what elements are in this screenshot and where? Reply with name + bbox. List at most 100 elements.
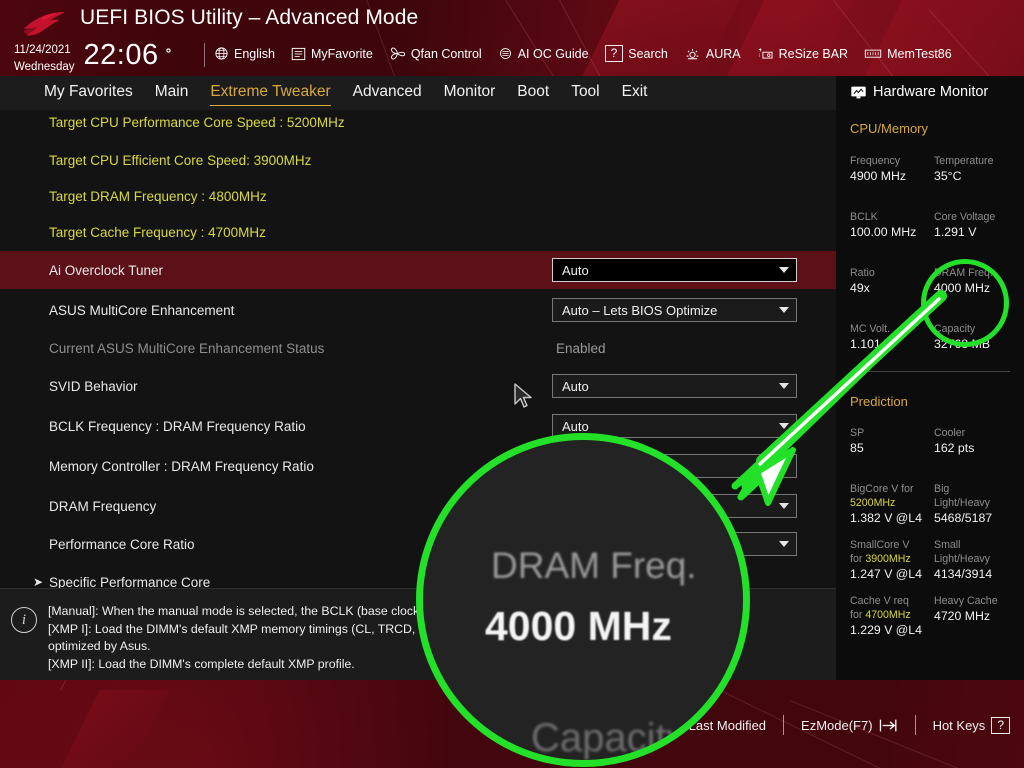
hw-cell-value: 4720 MHz [934, 609, 991, 623]
hw-cell-key-highlight: 5200MHz [850, 497, 896, 509]
magnifier-below-text: Capacity [531, 716, 687, 760]
setting-dropdown[interactable]: Auto – Lets BIOS Optimize [552, 298, 797, 322]
hw-cell: Cooler 162 pts [934, 426, 974, 456]
hw-cell-value: 162 pts [934, 441, 975, 455]
setting-row[interactable]: ASUS MultiCore Enhancement Auto – Lets BI… [0, 291, 836, 329]
hotkeys-button[interactable]: Hot Keys ? [933, 716, 1010, 734]
setting-row: Target DRAM Frequency : 4800MHz [0, 177, 836, 215]
chevron-down-icon [779, 541, 789, 547]
question-box-icon: ? [604, 45, 624, 62]
exit-arrow-icon [879, 719, 897, 731]
sidebar-section-title: Prediction [850, 394, 908, 409]
menu-tab-boot[interactable]: Boot [517, 83, 549, 103]
setting-dropdown-value: Auto [562, 378, 589, 394]
menu-tab-advanced[interactable]: Advanced [353, 83, 422, 103]
hw-cell: BCLK 100.00 MHz [850, 210, 916, 240]
hw-cell-value: 35°C [934, 169, 962, 183]
tool-search[interactable]: ? Search [604, 45, 668, 62]
setting-dropdown-value: Auto – Lets BIOS Optimize [562, 302, 718, 318]
setting-dropdown[interactable]: Auto [552, 258, 797, 282]
hw-cell-value: 5468/5187 [934, 511, 993, 525]
hw-cell: Temperature 35°C [934, 154, 993, 184]
hardware-monitor-title-label: Hardware Monitor [873, 84, 989, 100]
tool-ai-oc-guide[interactable]: AI OC Guide [498, 46, 589, 61]
sidebar-divider [850, 371, 1010, 372]
tool-qfan-control[interactable]: Qfan Control [389, 46, 482, 61]
hw-cell-key: Cooler [934, 427, 966, 439]
app-title: UEFI BIOS Utility – Advanced Mode [80, 6, 419, 29]
hw-cell-value: 1.229 V @L4 [850, 623, 922, 637]
menu-tab-my-favorites[interactable]: My Favorites [44, 83, 133, 103]
hw-cell-key: Temperature [934, 155, 994, 167]
hw-cell-value: 4134/3914 [934, 567, 993, 581]
hw-cell-key-highlight: for 3900MHz [850, 553, 911, 565]
chevron-down-icon [779, 503, 789, 509]
rog-logo-icon [23, 12, 65, 36]
setting-label: SVID Behavior [49, 378, 138, 394]
hw-cell-key: Light/Heavy [934, 553, 990, 565]
menu-tab-exit[interactable]: Exit [622, 83, 648, 103]
hw-cell: Heavy Cache 4720 MHz [934, 594, 998, 624]
setting-label: Target DRAM Frequency : 4800MHz [49, 188, 267, 204]
setting-label: Memory Controller : DRAM Frequency Ratio [49, 458, 314, 474]
tool-memtest86[interactable]: MemTest86 [864, 47, 952, 61]
info-icon: i [11, 607, 37, 633]
ezmode-label: EzMode(F7) [801, 717, 873, 733]
tool-myfavorite[interactable]: MyFavorite [291, 47, 373, 61]
menu-tab-monitor[interactable]: Monitor [444, 83, 496, 103]
setting-row: Target Cache Frequency : 4700MHz [0, 213, 836, 251]
tool-myfavorite-label: MyFavorite [311, 46, 373, 61]
memory-icon [864, 49, 882, 58]
menu-tab-extreme-tweaker[interactable]: Extreme Tweaker [210, 83, 331, 106]
ezmode-button[interactable]: EzMode(F7) [801, 718, 898, 733]
hw-cell-key: Core Voltage [934, 211, 996, 223]
sidebar-section-title: CPU/Memory [850, 121, 929, 136]
setting-dropdown[interactable]: Auto [552, 374, 797, 398]
hw-cell-key: Light/Heavy [934, 497, 990, 509]
magnifier-key-text: DRAM Freq. [491, 545, 697, 586]
hw-cell-value: 1.101 V [850, 337, 893, 351]
setting-label: ASUS MultiCore Enhancement [49, 302, 235, 318]
menu-tab-tool[interactable]: Tool [571, 83, 599, 103]
setting-label: Target CPU Efficient Core Speed: 3900MHz [49, 152, 312, 168]
bottom-divider-2 [914, 715, 916, 735]
hw-cell-key: Heavy Cache [934, 595, 998, 607]
hw-cell-value: 49x [850, 281, 870, 295]
clock-text: 22:06 [83, 39, 159, 71]
hw-cell-key: Big [934, 483, 950, 495]
fan-icon [390, 47, 405, 60]
annotation-highlight-circle [921, 259, 1009, 347]
menu-tab-main[interactable]: Main [155, 83, 189, 103]
tool-memtest86-label: MemTest86 [887, 46, 952, 61]
hw-cell: Small Light/Heavy 4134/3914 [934, 538, 992, 582]
gear-icon[interactable] [161, 43, 176, 58]
hw-cell-key: SmallCore V [850, 539, 910, 551]
setting-label: Ai Overclock Tuner [49, 262, 164, 278]
setting-row[interactable]: SVID Behavior Auto [0, 367, 836, 405]
header-tools: English MyFavorite Qfan Control AI OC Gu… [214, 45, 968, 62]
date-text: 11/24/2021 [14, 44, 71, 56]
monitor-icon [851, 86, 866, 98]
tool-aura-label: AURA [705, 46, 741, 61]
hw-cell: SmallCore V for 3900MHz 1.247 V @L4 [850, 538, 922, 582]
tool-english-label: English [234, 46, 275, 61]
setting-readonly-value: Enabled [556, 340, 606, 356]
tool-resize-bar[interactable]: ReSize BAR [757, 46, 848, 61]
tool-english[interactable]: English [214, 46, 275, 61]
hw-cell: BigCore V for 5200MHz 1.382 V @L4 [850, 482, 922, 526]
tool-resize-bar-label: ReSize BAR [778, 46, 849, 61]
magnifier-value-text: 4000 MHz [485, 603, 672, 649]
setting-label: Specific Performance Core [49, 574, 211, 589]
list-icon [291, 47, 306, 60]
hw-cell-key-highlight: for 4700MHz [850, 609, 911, 621]
setting-row: Current ASUS MultiCore Enhancement Statu… [0, 329, 836, 367]
hw-cell-value: 85 [850, 441, 864, 455]
setting-row[interactable]: Ai Overclock Tuner Auto [0, 251, 836, 289]
setting-label: Performance Core Ratio [49, 536, 195, 552]
hw-cell-key: Frequency [850, 155, 901, 167]
submenu-arrow-icon: ➤ [33, 575, 44, 588]
setting-dropdown-value: Auto [562, 418, 589, 434]
setting-label: Target Cache Frequency : 4700MHz [49, 224, 266, 240]
tool-aura[interactable]: AURA [684, 46, 741, 61]
tool-search-label: Search [628, 46, 668, 61]
